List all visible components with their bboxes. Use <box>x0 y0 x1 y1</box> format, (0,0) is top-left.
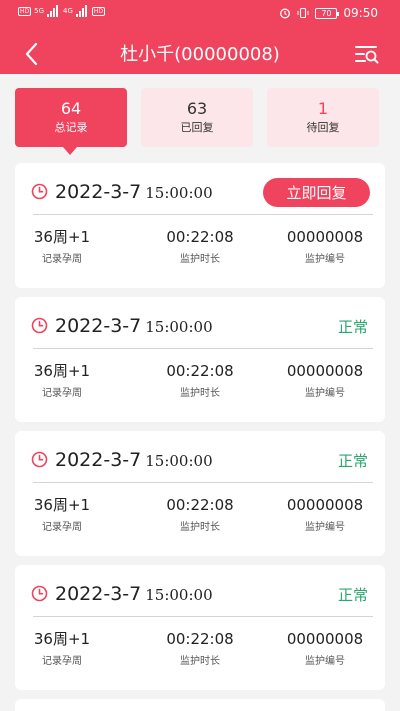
stat-label: 记录孕周 <box>42 522 82 533</box>
record-date: 2022-3-7 <box>55 449 142 471</box>
stat-label: 监护编号 <box>305 522 345 533</box>
stat-value: 00000008 <box>286 630 364 648</box>
stat-monitor-duration: 00:22:08 监护时长 <box>145 227 255 266</box>
stat-gestational-week: 36周+1 记录孕周 <box>7 361 117 400</box>
stat-monitor-duration: 00:22:08 监护时长 <box>145 361 255 400</box>
stat-value: 00:22:08 <box>166 630 234 648</box>
hd-badge: HD <box>18 6 32 16</box>
signal-icon <box>47 5 59 17</box>
stat-value: 00000008 <box>286 228 364 246</box>
stat-label: 记录孕周 <box>42 254 82 265</box>
status-badge: 正常 <box>337 318 368 336</box>
tab-pending-reply[interactable]: 1 待回复 <box>267 88 379 147</box>
stat-value: 00:22:08 <box>166 362 234 380</box>
record-date: 2022-3-7 <box>55 583 142 605</box>
tab-label: 总记录 <box>54 121 88 134</box>
record-time: 15:00:00 <box>145 318 213 336</box>
stat-label: 监护编号 <box>305 254 345 265</box>
stat-value: 00000008 <box>286 496 364 514</box>
stat-value: 36周+1 <box>33 362 91 380</box>
stat-gestational-week: 36周+1 记录孕周 <box>7 629 117 668</box>
tab-total-records[interactable]: 64 总记录 <box>15 88 127 155</box>
record-card[interactable]: 2022-3-7 15:00:00 立即回复 36周+1 记录孕周 00:22:0… <box>15 163 385 288</box>
battery-icon: 70 <box>315 7 340 19</box>
record-date: 2022-3-7 <box>55 315 142 337</box>
network-4g: 4G <box>63 7 73 15</box>
stat-label: 监护时长 <box>180 656 220 667</box>
stat-label: 监护时长 <box>180 254 220 265</box>
page-title: 杜小千(00000008) <box>120 44 280 65</box>
stat-label: 监护时长 <box>180 388 220 399</box>
clock-icon <box>31 451 48 468</box>
stat-monitor-duration: 00:22:08 监护时长 <box>145 629 255 668</box>
record-time: 15:00:00 <box>145 452 213 470</box>
stat-monitor-id: 00000008 监护编号 <box>270 361 380 400</box>
stat-value: 00000008 <box>286 362 364 380</box>
stat-value: 36周+1 <box>33 630 91 648</box>
clock-icon <box>31 317 48 334</box>
stat-gestational-week: 36周+1 记录孕周 <box>7 227 117 266</box>
app-header: HD 5G 4G HD 70 09:50 杜小千(00000008) <box>0 0 400 74</box>
stat-label: 监护编号 <box>305 388 345 399</box>
hd-badge-2: HD <box>91 6 106 16</box>
stat-value: 36周+1 <box>33 228 91 246</box>
card-divider <box>33 214 373 215</box>
clock-icon <box>31 183 48 200</box>
record-card-partial[interactable] <box>15 699 385 711</box>
record-datetime: 2022-3-7 15:00:00 <box>55 314 213 339</box>
tab-replied[interactable]: 63 已回复 <box>141 88 253 147</box>
tab-count: 1 <box>317 99 329 118</box>
stat-value: 36周+1 <box>33 496 91 514</box>
record-datetime: 2022-3-7 15:00:00 <box>55 180 213 205</box>
record-datetime: 2022-3-7 15:00:00 <box>55 448 213 473</box>
network-5g: 5G <box>34 7 45 15</box>
record-datetime: 2022-3-7 15:00:00 <box>55 582 213 607</box>
status-bar: HD 5G 4G HD 70 09:50 <box>0 0 400 28</box>
record-time: 15:00:00 <box>145 586 213 604</box>
stat-label: 监护时长 <box>180 522 220 533</box>
stat-value: 00:22:08 <box>166 496 234 514</box>
vibrate-icon <box>297 7 309 19</box>
reply-now-button[interactable]: 立即回复 <box>263 178 370 207</box>
record-card[interactable]: 2022-3-7 15:00:00 正常 36周+1 记录孕周 00:22:08 … <box>15 431 385 556</box>
record-date: 2022-3-7 <box>55 181 142 203</box>
status-badge: 正常 <box>337 586 368 604</box>
record-tabs: 64 总记录 63 已回复 1 待回复 <box>15 88 385 155</box>
stat-gestational-week: 36周+1 记录孕周 <box>7 495 117 534</box>
card-divider <box>33 616 373 617</box>
stat-monitor-duration: 00:22:08 监护时长 <box>145 495 255 534</box>
clock-icon <box>31 585 48 602</box>
tab-count: 63 <box>186 99 208 118</box>
signal-icon-2 <box>75 5 87 17</box>
stat-monitor-id: 00000008 监护编号 <box>270 629 380 668</box>
stat-label: 监护编号 <box>305 656 345 667</box>
stat-value: 00:22:08 <box>166 228 234 246</box>
record-card[interactable]: 2022-3-7 15:00:00 正常 36周+1 记录孕周 00:22:08 … <box>15 565 385 690</box>
tab-label: 待回复 <box>306 121 340 134</box>
stat-label: 记录孕周 <box>42 656 82 667</box>
status-time: 09:50 <box>343 6 378 20</box>
status-badge: 正常 <box>337 452 368 470</box>
filter-list-icon[interactable] <box>354 42 380 66</box>
tab-count: 64 <box>60 99 82 118</box>
record-card[interactable]: 2022-3-7 15:00:00 正常 36周+1 记录孕周 00:22:08 … <box>15 297 385 422</box>
card-divider <box>33 348 373 349</box>
card-divider <box>33 482 373 483</box>
status-bar-right: 70 09:50 <box>279 6 378 20</box>
record-time: 15:00:00 <box>145 184 213 202</box>
alarm-icon <box>280 8 291 19</box>
status-bar-left: HD 5G 4G HD <box>18 5 106 17</box>
stat-monitor-id: 00000008 监护编号 <box>270 227 380 266</box>
stat-label: 记录孕周 <box>42 388 82 399</box>
tab-label: 已回复 <box>180 121 214 134</box>
stat-monitor-id: 00000008 监护编号 <box>270 495 380 534</box>
